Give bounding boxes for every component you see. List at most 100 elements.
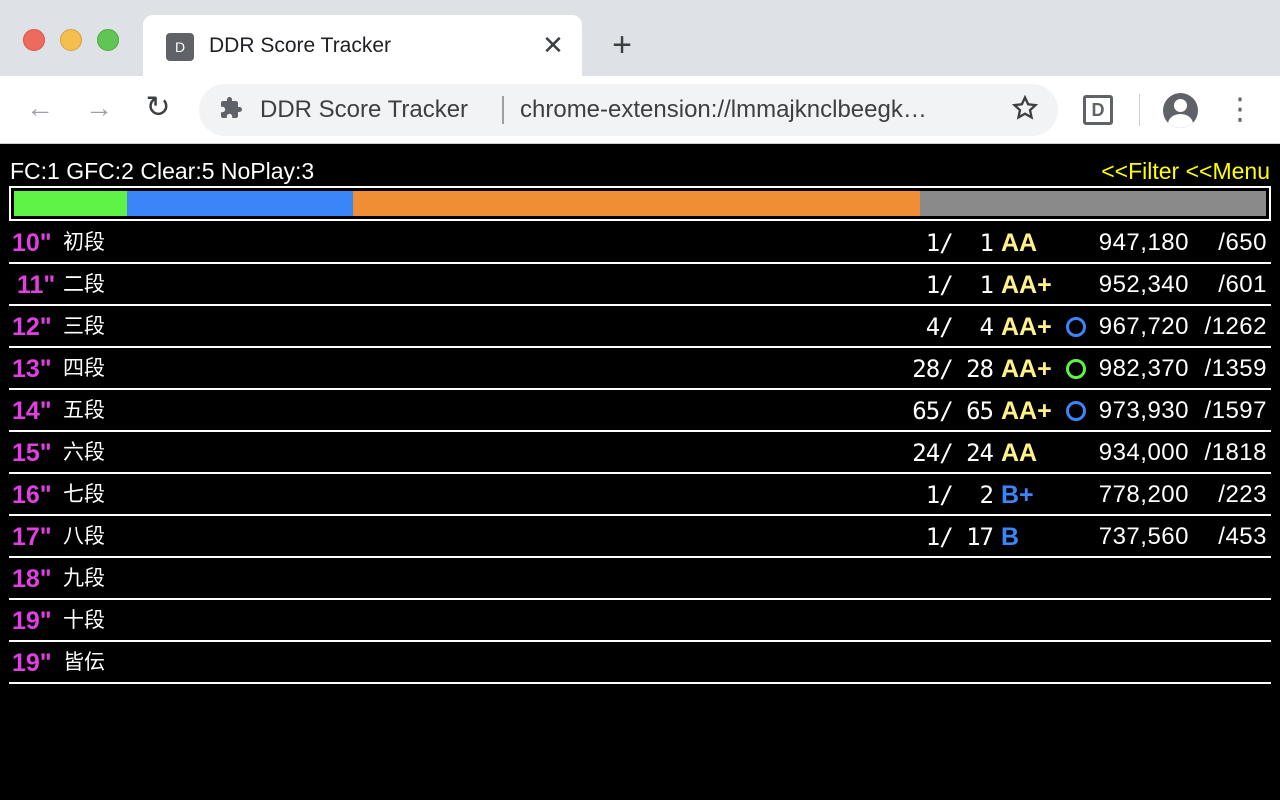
clear-count: 1/ 1 [912,271,994,299]
rank-total: /223 [1218,481,1267,508]
best-score: 778,200 [1098,481,1189,508]
rank-label: AA+ [1001,313,1052,341]
omnibox-url[interactable]: chrome-extension://lmmajknclbeegk… [520,96,990,124]
clear-count: 1/ 1 [912,229,994,257]
rank-total: /650 [1218,229,1267,256]
omnibox-divider [502,96,504,124]
minimize-window-button[interactable] [60,29,82,51]
level-label: 12" [12,313,52,341]
address-bar[interactable]: DDR Score Tracker chrome-extension://lmm… [199,84,1058,136]
dan-label: 六段 [63,441,105,464]
dan-label: 七段 [63,483,105,506]
full-combo-lamp-icon [1066,317,1086,337]
rank-label: AA [1001,229,1038,257]
dan-label: 五段 [63,399,105,422]
rank-label: B+ [1001,481,1034,509]
reload-icon[interactable]: ↻ [140,90,176,126]
dan-label: 二段 [63,273,105,296]
level-label: 13" [12,355,52,383]
full-combo-lamp-icon [1066,359,1086,379]
best-score: 952,340 [1098,271,1189,298]
table-row[interactable]: 11" 二段 1/ 1 AA+ 952,340/601 [9,264,1271,306]
table-row[interactable]: 16" 七段 1/ 2 B+ 778,200/223 [9,474,1271,516]
tab-title: DDR Score Tracker [209,34,392,57]
rank-total: /453 [1218,523,1267,550]
close-window-button[interactable] [23,29,45,51]
rank-label: AA+ [1001,397,1052,425]
close-icon[interactable]: ✕ [541,29,565,61]
level-label: 19" [12,649,52,677]
dan-label: 三段 [63,315,105,338]
table-row[interactable]: 15" 六段 24/ 24 AA 934,000/1818 [9,432,1271,474]
level-label: 19" [12,607,52,635]
table-row[interactable]: 18" 九段 [9,558,1271,600]
tab-ddr-score-tracker[interactable]: D DDR Score Tracker ✕ [143,15,582,76]
table-row[interactable]: 19" 十段 [9,600,1271,642]
best-score: 934,000 [1098,439,1189,466]
forward-arrow-icon[interactable]: → [81,90,117,126]
level-label: 15" [12,439,52,467]
best-score: 947,180 [1098,229,1189,256]
progress-segment-noplay [920,191,1266,216]
rank-label: AA+ [1001,355,1052,383]
rank-total: /1262 [1204,313,1267,340]
progress-segment-clear [353,191,921,216]
maximize-window-button[interactable] [97,29,119,51]
rank-total: /601 [1218,271,1267,298]
best-score: 967,720 [1098,313,1189,340]
clear-count: 1/ 17 [912,523,994,551]
full-combo-lamp-icon [1066,401,1086,421]
menu-link[interactable]: <<Menu [1186,158,1270,184]
filter-link[interactable]: <<Filter [1101,158,1179,184]
progress-segment-gfc [14,191,128,216]
dan-label: 九段 [63,567,105,590]
clear-progress-bar [9,186,1271,221]
clear-count: 4/ 4 [912,313,994,341]
new-tab-button[interactable]: + [606,27,638,63]
extension-d-icon[interactable]: D [1083,95,1113,125]
table-row[interactable]: 12" 三段 4/ 4 AA+ 967,720/1262 [9,306,1271,348]
level-table: 10" 初段 1/ 1 AA 947,180/650 11" 二段 1/ 1 AA+ 952,… [9,222,1271,684]
profile-avatar-icon[interactable] [1163,93,1198,128]
tab-favicon-icon: D [166,33,194,61]
best-score: 737,560 [1098,523,1189,550]
back-arrow-icon[interactable]: ← [22,90,58,126]
table-row[interactable]: 19" 皆伝 [9,642,1271,684]
table-row[interactable]: 10" 初段 1/ 1 AA 947,180/650 [9,222,1271,264]
nav-links: <<Filter <<Menu [1101,157,1270,185]
browser-toolbar: ← → ↻ DDR Score Tracker chrome-extension… [0,76,1280,144]
dan-label: 初段 [63,231,105,254]
dan-label: 十段 [63,609,105,632]
puzzle-piece-icon [217,96,245,124]
level-label: 11" [17,271,56,299]
more-menu-icon[interactable]: ⋮ [1225,93,1255,127]
rank-label: AA+ [1001,271,1052,299]
clear-count: 28/ 28 [912,355,994,383]
rank-total: /1818 [1204,439,1267,466]
table-row[interactable]: 13" 四段 28/ 28 AA+ 982,370/1359 [9,348,1271,390]
rank-label: AA [1001,439,1038,467]
best-score: 973,930 [1098,397,1189,424]
table-row[interactable]: 14" 五段 65/ 65 AA+ 973,930/1597 [9,390,1271,432]
clear-count: 1/ 2 [912,481,994,509]
best-score: 982,370 [1098,355,1189,382]
level-label: 14" [12,397,52,425]
level-label: 17" [12,523,52,551]
progress-segment-fc [127,191,354,216]
rank-total: /1597 [1204,397,1267,424]
level-label: 16" [12,481,52,509]
omnibox-extension-name: DDR Score Tracker [260,96,469,123]
level-label: 10" [12,229,52,257]
tab-strip: D DDR Score Tracker ✕ + [0,0,1280,76]
clear-summary: FC:1 GFC:2 Clear:5 NoPlay:3 [10,158,315,184]
rank-label: B [1001,523,1020,551]
dan-label: 四段 [63,357,105,380]
rank-total: /1359 [1204,355,1267,382]
score-tracker-page: FC:1 GFC:2 Clear:5 NoPlay:3 <<Filter <<M… [0,145,1280,800]
table-row[interactable]: 17" 八段 1/ 17 B 737,560/453 [9,516,1271,558]
bookmark-star-icon[interactable] [1009,94,1041,126]
clear-count: 24/ 24 [912,439,994,467]
level-label: 18" [12,565,52,593]
dan-label: 皆伝 [63,651,105,674]
clear-count: 65/ 65 [912,397,994,425]
